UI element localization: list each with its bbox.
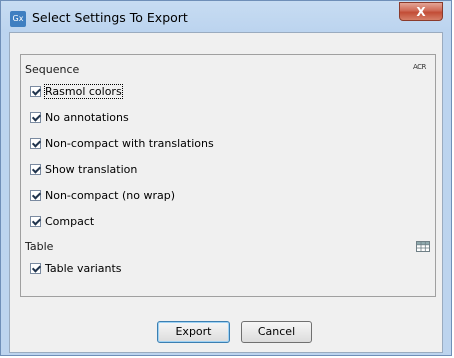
section-label-table: Table <box>25 240 54 253</box>
checkbox-label: No annotations <box>45 110 129 124</box>
checkbox-row-non-compact-translations[interactable]: Non-compact with translations <box>30 135 214 151</box>
dialog-window: Gx Select Settings To Export X Sequence … <box>0 0 452 356</box>
dialog-body: Sequence ACR Rasmol colors No annotation… <box>9 32 443 353</box>
checkbox-row-compact[interactable]: Compact <box>30 213 94 229</box>
export-button[interactable]: Export <box>157 321 230 343</box>
checkbox-label: Compact <box>45 214 95 228</box>
cancel-button[interactable]: Cancel <box>241 321 312 343</box>
dialog-title: Select Settings To Export <box>32 10 188 25</box>
checkbox-label: Non-compact with translations <box>45 136 214 150</box>
checkbox-row-show-translation[interactable]: Show translation <box>30 161 137 177</box>
section-label-sequence: Sequence <box>25 63 80 76</box>
title-bar[interactable]: Gx Select Settings To Export X <box>1 1 451 31</box>
settings-panel: Sequence ACR Rasmol colors No annotation… <box>20 54 436 297</box>
close-button[interactable]: X <box>399 2 443 21</box>
checkbox-label: Show translation <box>45 162 138 176</box>
checkbox-compact[interactable] <box>30 215 41 227</box>
checkbox-no-annotations[interactable] <box>30 111 41 123</box>
checkbox-label: Non-compact (no wrap) <box>45 188 175 202</box>
checkbox-row-rasmol-colors[interactable]: Rasmol colors <box>30 83 123 99</box>
checkbox-non-compact-no-wrap[interactable] <box>30 189 41 201</box>
checkbox-table-variants[interactable] <box>30 262 41 274</box>
app-logo-icon: Gx <box>10 11 26 27</box>
checkbox-rasmol-colors[interactable] <box>30 85 41 97</box>
abc-sequence-icon: ACR <box>413 63 426 71</box>
checkbox-show-translation[interactable] <box>30 163 41 175</box>
checkbox-non-compact-translations[interactable] <box>30 137 41 149</box>
checkbox-label: Table variants <box>45 261 122 275</box>
checkbox-row-table-variants[interactable]: Table variants <box>30 260 122 276</box>
checkbox-row-non-compact-no-wrap[interactable]: Non-compact (no wrap) <box>30 187 175 203</box>
checkbox-label: Rasmol colors <box>44 83 123 99</box>
table-icon <box>416 241 430 252</box>
checkbox-row-no-annotations[interactable]: No annotations <box>30 109 129 125</box>
